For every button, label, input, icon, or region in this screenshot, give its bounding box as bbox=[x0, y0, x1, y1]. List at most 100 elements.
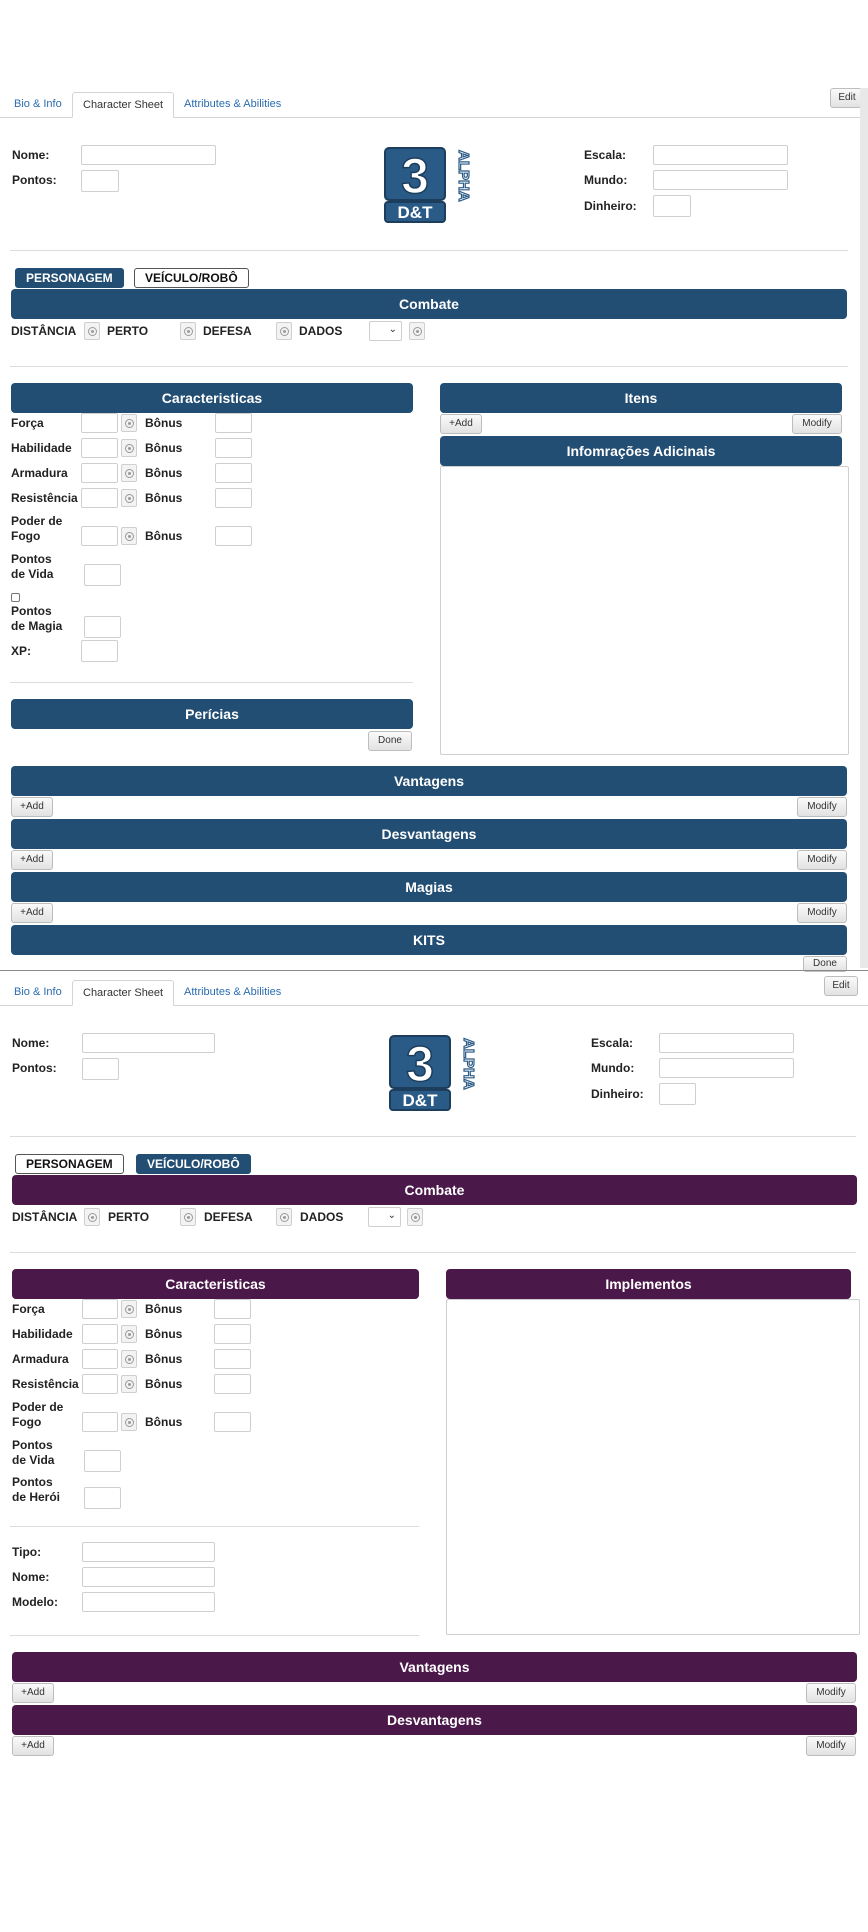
pontos-de-vida-input[interactable] bbox=[84, 1450, 121, 1472]
distancia-roll-icon[interactable] bbox=[84, 322, 100, 340]
forca-bonus-input[interactable] bbox=[214, 1299, 251, 1319]
nome-label: Nome: bbox=[12, 1036, 50, 1050]
dados-select[interactable]: ⌄ bbox=[369, 321, 402, 341]
poder-de-fogo-input[interactable] bbox=[82, 1412, 118, 1432]
info-adicional-textarea[interactable] bbox=[440, 466, 849, 755]
itens-modify-button[interactable]: Modify bbox=[792, 414, 842, 434]
veiculo-nome-input[interactable] bbox=[82, 1567, 215, 1587]
armadura-bonus-input[interactable] bbox=[215, 463, 252, 483]
vantagens-modify-button[interactable]: Modify bbox=[797, 797, 847, 817]
pontos-de-vida-label-1: Pontos bbox=[12, 1438, 53, 1452]
habilidade-roll-icon[interactable] bbox=[121, 1325, 137, 1343]
desvantagens-add-button[interactable]: +Add bbox=[11, 850, 53, 870]
defesa-roll-icon[interactable] bbox=[276, 1208, 292, 1226]
habilidade-roll-icon[interactable] bbox=[121, 439, 137, 457]
escala-input[interactable] bbox=[653, 145, 788, 165]
armadura-bonus-label: Bônus bbox=[145, 1352, 183, 1366]
habilidade-input[interactable] bbox=[81, 438, 118, 458]
poder-de-fogo-roll-icon[interactable] bbox=[121, 527, 137, 545]
scrollbar[interactable] bbox=[860, 88, 868, 968]
nome-input[interactable] bbox=[81, 145, 216, 165]
veiculo-nome-label: Nome: bbox=[12, 1570, 50, 1584]
resistencia-roll-icon[interactable] bbox=[121, 489, 137, 507]
resistencia-bonus-input[interactable] bbox=[214, 1374, 251, 1394]
xp-input[interactable] bbox=[81, 640, 118, 662]
resistencia-label: Resistência bbox=[12, 1377, 79, 1391]
magias-modify-button[interactable]: Modify bbox=[797, 903, 847, 923]
pontos-input[interactable] bbox=[82, 1058, 119, 1080]
forca-bonus-input[interactable] bbox=[215, 413, 252, 433]
forca-input[interactable] bbox=[82, 1299, 118, 1319]
personagem-toggle[interactable]: PERSONAGEM bbox=[15, 1154, 124, 1174]
modelo-label: Modelo: bbox=[12, 1595, 58, 1609]
resistencia-roll-icon[interactable] bbox=[121, 1375, 137, 1393]
perto-roll-icon[interactable] bbox=[180, 1208, 196, 1226]
nome-label: Nome: bbox=[12, 148, 50, 162]
armadura-roll-icon[interactable] bbox=[121, 1350, 137, 1368]
tab-character-sheet[interactable]: Character Sheet bbox=[72, 92, 175, 118]
armadura-bonus-input[interactable] bbox=[214, 1349, 251, 1369]
vantagens-modify-button[interactable]: Modify bbox=[806, 1683, 856, 1703]
forca-input[interactable] bbox=[81, 413, 118, 433]
mundo-label: Mundo: bbox=[584, 173, 628, 187]
dados-select[interactable]: ⌄ bbox=[368, 1207, 401, 1227]
divider bbox=[10, 366, 848, 367]
mundo-input[interactable] bbox=[659, 1058, 794, 1078]
personagem-toggle[interactable]: PERSONAGEM bbox=[15, 268, 124, 288]
pontos-de-magia-checkbox[interactable] bbox=[11, 593, 20, 602]
dados-roll-icon[interactable] bbox=[409, 322, 425, 340]
itens-add-button[interactable]: +Add bbox=[440, 414, 482, 434]
vantagens-add-button[interactable]: +Add bbox=[12, 1683, 54, 1703]
mundo-input[interactable] bbox=[653, 170, 788, 190]
desvantagens-modify-button[interactable]: Modify bbox=[806, 1736, 856, 1756]
defesa-label: DEFESA bbox=[204, 1210, 253, 1224]
forca-roll-icon[interactable] bbox=[121, 1300, 137, 1318]
tab-bio-info[interactable]: Bio & Info bbox=[10, 92, 66, 118]
pontos-de-magia-input[interactable] bbox=[84, 616, 121, 638]
armadura-input[interactable] bbox=[82, 1349, 118, 1369]
habilidade-bonus-input[interactable] bbox=[214, 1324, 251, 1344]
poder-de-fogo-bonus-input[interactable] bbox=[215, 526, 252, 546]
armadura-input[interactable] bbox=[81, 463, 118, 483]
veiculo-toggle[interactable]: VEÍCULO/ROBÔ bbox=[136, 1154, 251, 1174]
implementos-textarea[interactable] bbox=[446, 1299, 860, 1635]
nome-input[interactable] bbox=[82, 1033, 215, 1053]
escala-input[interactable] bbox=[659, 1033, 794, 1053]
poder-de-fogo-bonus-input[interactable] bbox=[214, 1412, 251, 1432]
perto-label: PERTO bbox=[108, 1210, 150, 1224]
dt-alpha-logo: 3 D&T ALPHA bbox=[389, 1035, 478, 1111]
pericias-done-button[interactable]: Done bbox=[368, 731, 412, 751]
resistencia-bonus-input[interactable] bbox=[215, 488, 252, 508]
dados-roll-icon[interactable] bbox=[407, 1208, 423, 1226]
vantagens-add-button[interactable]: +Add bbox=[11, 797, 53, 817]
desvantagens-modify-button[interactable]: Modify bbox=[797, 850, 847, 870]
habilidade-bonus-input[interactable] bbox=[215, 438, 252, 458]
perto-roll-icon[interactable] bbox=[180, 322, 196, 340]
tab-attributes-abilities[interactable]: Attributes & Abilities bbox=[180, 92, 285, 118]
defesa-roll-icon[interactable] bbox=[276, 322, 292, 340]
modelo-input[interactable] bbox=[82, 1592, 215, 1612]
dados-label: DADOS bbox=[300, 1210, 344, 1224]
armadura-roll-icon[interactable] bbox=[121, 464, 137, 482]
veiculo-toggle[interactable]: VEÍCULO/ROBÔ bbox=[134, 268, 249, 288]
tab-bar: Bio & Info Character Sheet Attributes & … bbox=[0, 980, 868, 1006]
tab-attributes-abilities[interactable]: Attributes & Abilities bbox=[180, 980, 285, 1006]
poder-de-fogo-input[interactable] bbox=[81, 526, 118, 546]
forca-roll-icon[interactable] bbox=[121, 414, 137, 432]
desvantagens-add-button[interactable]: +Add bbox=[12, 1736, 54, 1756]
tipo-input[interactable] bbox=[82, 1542, 215, 1562]
tab-character-sheet[interactable]: Character Sheet bbox=[72, 980, 175, 1006]
magias-add-button[interactable]: +Add bbox=[11, 903, 53, 923]
pontos-de-vida-input[interactable] bbox=[84, 564, 121, 586]
pontos-input[interactable] bbox=[81, 170, 119, 192]
pontos-de-heroi-input[interactable] bbox=[84, 1487, 121, 1509]
habilidade-input[interactable] bbox=[82, 1324, 118, 1344]
dinheiro-input[interactable] bbox=[659, 1083, 696, 1105]
resistencia-input[interactable] bbox=[82, 1374, 118, 1394]
resistencia-input[interactable] bbox=[81, 488, 118, 508]
caracteristicas-header: Caracteristicas bbox=[12, 1269, 419, 1299]
poder-de-fogo-roll-icon[interactable] bbox=[121, 1413, 137, 1431]
distancia-roll-icon[interactable] bbox=[84, 1208, 100, 1226]
tab-bio-info[interactable]: Bio & Info bbox=[10, 980, 66, 1006]
dinheiro-input[interactable] bbox=[653, 195, 691, 217]
